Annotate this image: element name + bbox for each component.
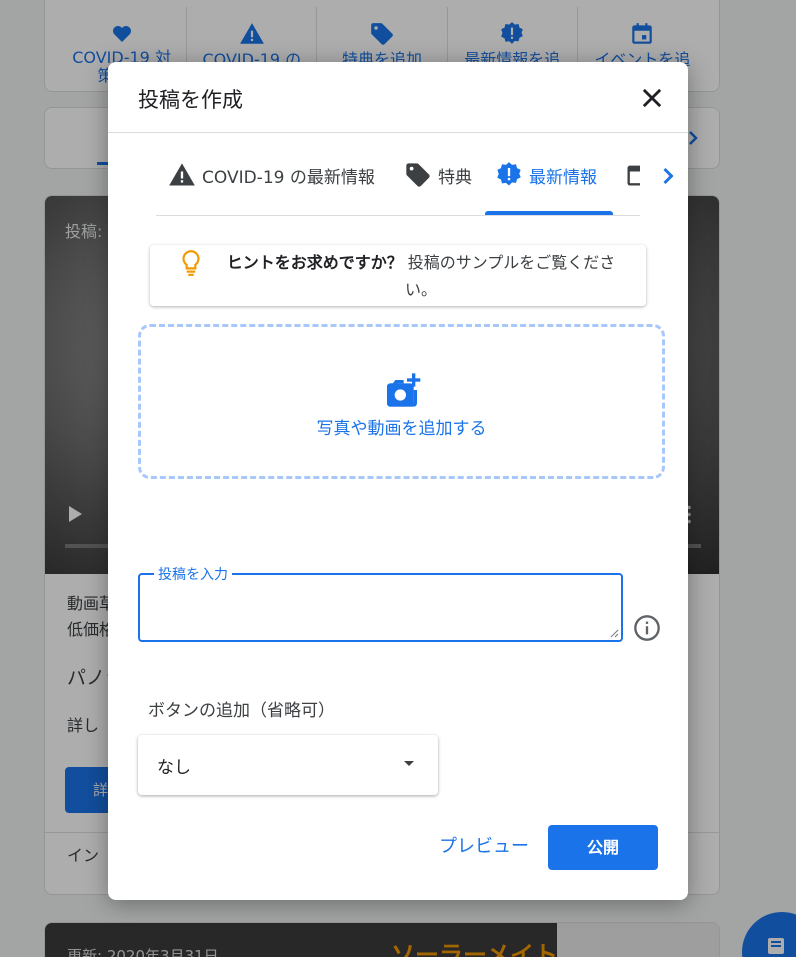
add-media-label: 写真や動画を追加する [316, 419, 487, 439]
add-photo-icon [386, 373, 420, 407]
tab-covid-update[interactable]: COVID-19 の最新情報 [168, 134, 375, 215]
close-icon[interactable] [638, 84, 666, 112]
chevron-right-icon[interactable] [654, 162, 682, 190]
button-section-label: ボタンの追加（省略可） [148, 701, 335, 721]
add-media-dropzone[interactable]: 写真や動画を追加する [138, 324, 665, 479]
post-type-tabs: COVID-19 の最新情報 特典 最新情報 [156, 134, 640, 216]
post-input[interactable] [140, 575, 621, 640]
tab-label: COVID-19 の最新情報 [202, 167, 375, 188]
warning-icon [169, 163, 195, 186]
resize-grip-icon[interactable] [609, 628, 619, 638]
active-tab-underline [485, 211, 613, 215]
info-icon[interactable] [633, 614, 661, 642]
tag-icon [406, 163, 430, 187]
select-value: なし [157, 758, 191, 778]
lightbulb-icon [182, 250, 200, 276]
dialog-header: 投稿を作成 [108, 62, 688, 133]
button-type-select[interactable]: なし [138, 735, 438, 795]
hint-title: ヒントをお求めですか？ [226, 253, 403, 272]
calendar-icon [627, 165, 640, 186]
alert-badge-icon [497, 162, 521, 186]
preview-button[interactable]: プレビュー [434, 825, 534, 869]
dialog-title: 投稿を作成 [138, 88, 243, 112]
post-input-field[interactable]: 投稿を入力 [138, 564, 623, 642]
dropdown-arrow-icon [404, 761, 414, 766]
tab-update[interactable]: 最新情報 [495, 134, 597, 215]
tab-label: 最新情報 [529, 167, 597, 188]
publish-button[interactable]: 公開 [548, 825, 658, 870]
tab-event[interactable] [624, 134, 640, 215]
post-input-label: 投稿を入力 [154, 564, 232, 584]
tab-offer[interactable]: 特典 [404, 134, 472, 215]
hint-text[interactable]: 投稿のサンプルをご覧ください。 [403, 253, 615, 299]
create-post-dialog: 投稿を作成 COVID-19 の最新情報 特典 最新情報 ヒントをお求めですか？… [108, 62, 688, 900]
hint-banner[interactable]: ヒントをお求めですか？ 投稿のサンプルをご覧ください。 [150, 245, 646, 306]
tab-label: 特典 [438, 167, 472, 188]
